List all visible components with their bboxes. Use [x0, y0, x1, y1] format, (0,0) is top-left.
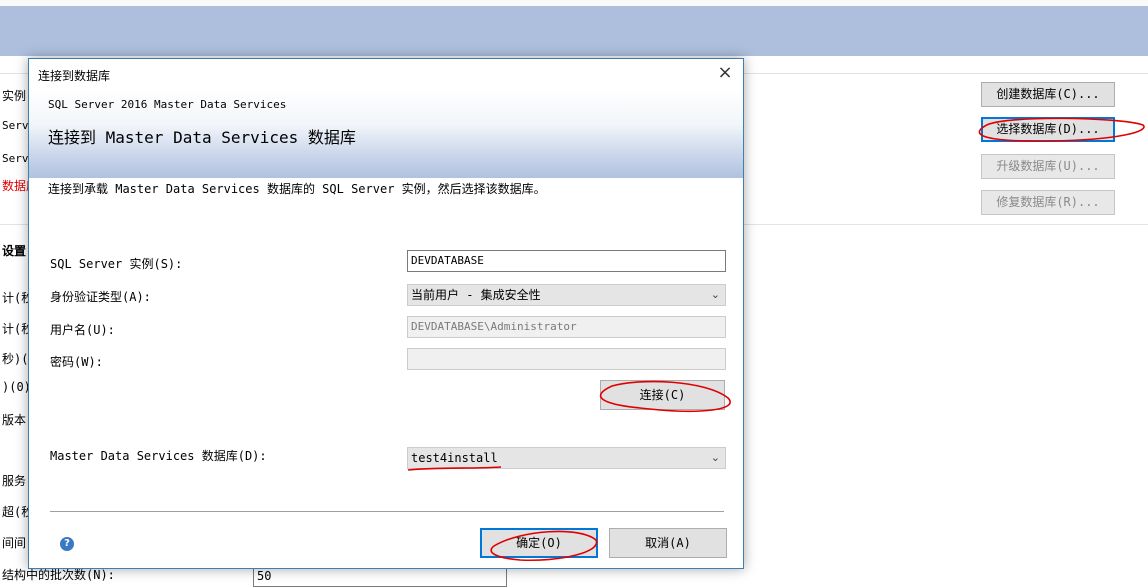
- auth-type-label: 身份验证类型(A):: [50, 290, 151, 304]
- mds-database-label: Master Data Services 数据库(D):: [50, 449, 267, 463]
- background-section-heading: 设置: [2, 244, 27, 258]
- mds-database-value: test4install: [411, 451, 498, 465]
- upgrade-database-button[interactable]: 升级数据库(U)...: [981, 154, 1115, 179]
- username-input[interactable]: DEVDATABASE\Administrator: [407, 316, 726, 338]
- dialog-banner: SQL Server 2016 Master Data Services 连接到…: [29, 89, 743, 178]
- ok-button[interactable]: 确定(O): [480, 528, 598, 558]
- close-icon[interactable]: ×: [713, 62, 737, 86]
- background-label-fragment: 间间: [2, 536, 27, 550]
- auth-type-select[interactable]: 当前用户 - 集成安全性 ⌄: [407, 284, 726, 306]
- instance-label: SQL Server 实例(S):: [50, 257, 183, 271]
- cancel-button[interactable]: 取消(A): [609, 528, 727, 558]
- footer-divider: [50, 511, 724, 512]
- connect-database-dialog: 连接到数据库 × SQL Server 2016 Master Data Ser…: [28, 58, 744, 569]
- instance-input[interactable]: DEVDATABASE: [407, 250, 726, 272]
- password-input[interactable]: [407, 348, 726, 370]
- repair-database-button[interactable]: 修复数据库(R)...: [981, 190, 1115, 215]
- help-icon[interactable]: ?: [60, 537, 74, 551]
- connect-button[interactable]: 连接(C): [600, 380, 725, 410]
- select-database-button[interactable]: 选择数据库(D)...: [981, 117, 1115, 142]
- password-label: 密码(W):: [50, 355, 103, 369]
- dialog-description: 连接到承载 Master Data Services 数据库的 SQL Serv…: [48, 182, 546, 196]
- background-label-fragment: Serv: [2, 119, 29, 132]
- chevron-down-icon: ⌄: [710, 288, 720, 301]
- banner-subtitle: SQL Server 2016 Master Data Services: [48, 98, 287, 111]
- background-label-fragment: )(0): [2, 380, 31, 394]
- create-database-button[interactable]: 创建数据库(C)...: [981, 82, 1115, 107]
- banner-heading: 连接到 Master Data Services 数据库: [48, 128, 356, 147]
- dialog-titlebar: 连接到数据库 ×: [29, 59, 743, 89]
- background-label-fragment: Serv: [2, 152, 29, 165]
- background-label-fragment: 秒)(: [2, 352, 29, 366]
- dialog-title: 连接到数据库: [38, 69, 111, 83]
- auth-type-value: 当前用户 - 集成安全性: [411, 288, 541, 302]
- chevron-down-icon: ⌄: [710, 451, 720, 464]
- mds-database-select[interactable]: test4install ⌄: [407, 447, 726, 469]
- username-label: 用户名(U):: [50, 323, 115, 337]
- background-header-band: [0, 0, 1148, 56]
